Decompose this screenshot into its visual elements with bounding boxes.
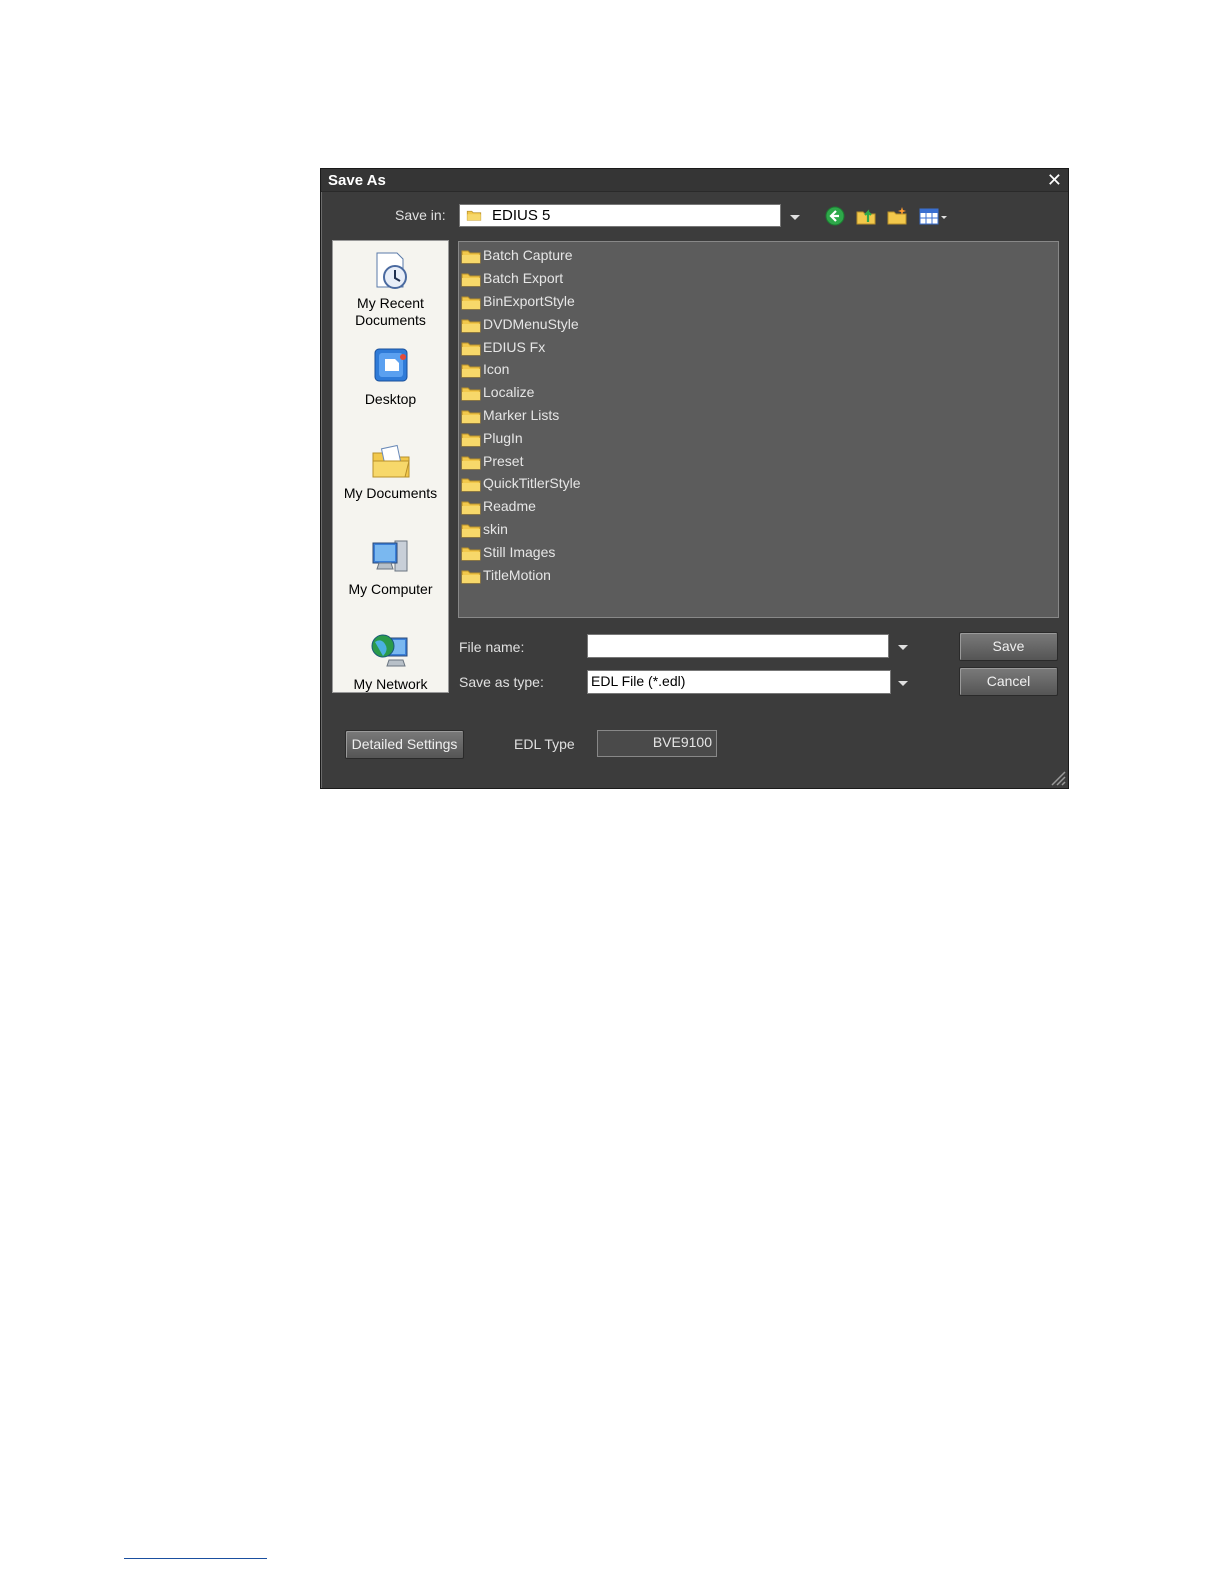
save-as-type-select[interactable]: EDL File (*.edl) xyxy=(587,670,891,694)
views-menu-icon[interactable] xyxy=(919,206,949,226)
places-bar: My Recent Documents Desktop My Documents xyxy=(332,240,449,693)
folder-icon xyxy=(461,433,481,447)
save-in-dropdown-arrow-icon[interactable] xyxy=(790,215,800,220)
file-name-label: File name: xyxy=(459,639,525,655)
folder-icon xyxy=(461,342,481,356)
my-computer-icon xyxy=(372,540,407,572)
new-folder-icon[interactable] xyxy=(887,206,907,226)
save-in-value: EDIUS 5 xyxy=(492,207,551,224)
place-my-documents[interactable]: My Documents xyxy=(333,439,448,502)
title-bar[interactable]: Save As ✕ xyxy=(321,169,1068,192)
file-name-dropdown-arrow-icon[interactable] xyxy=(898,645,908,650)
edl-type-field[interactable]: BVE9100 xyxy=(597,730,717,757)
folder-icon xyxy=(461,296,481,310)
file-name-input[interactable] xyxy=(587,634,889,658)
footnote-divider xyxy=(124,1558,267,1559)
folder-icon xyxy=(461,273,481,287)
folder-icon xyxy=(461,364,481,378)
folder-icon xyxy=(466,210,482,221)
resize-grip-icon[interactable] xyxy=(1048,768,1066,786)
folder-icon xyxy=(461,547,481,561)
place-my-computer[interactable]: My Computer xyxy=(333,535,448,598)
save-as-type-label: Save as type: xyxy=(459,674,544,690)
up-folder-icon[interactable] xyxy=(856,206,876,226)
save-in-select[interactable]: EDIUS 5 xyxy=(459,204,781,227)
save-button[interactable]: Save xyxy=(959,632,1058,661)
my-network-icon xyxy=(371,634,407,667)
folder-icon xyxy=(461,410,481,424)
file-list[interactable]: Batch Capture Batch Export BinExportStyl… xyxy=(458,241,1059,618)
recent-documents-icon xyxy=(376,252,407,289)
folder-icon xyxy=(461,478,481,492)
desktop-icon xyxy=(374,348,407,382)
place-my-network[interactable]: My Network xyxy=(333,630,448,692)
folder-icon xyxy=(461,319,481,333)
folder-icon xyxy=(461,456,481,470)
close-icon[interactable]: ✕ xyxy=(1047,170,1062,190)
dialog-title: Save As xyxy=(328,172,386,189)
cancel-button[interactable]: Cancel xyxy=(959,667,1058,696)
detailed-settings-button[interactable]: Detailed Settings xyxy=(345,730,464,759)
save-as-dialog: Save As ✕ Save in: EDIUS 5 My Recent Doc… xyxy=(320,168,1069,789)
folder-icon xyxy=(461,250,481,264)
edl-type-label: EDL Type xyxy=(514,736,575,752)
folder-icon xyxy=(461,524,481,538)
folder-icon xyxy=(461,387,481,401)
save-as-type-dropdown-arrow-icon[interactable] xyxy=(898,681,908,686)
my-documents-icon xyxy=(372,444,410,478)
place-my-recent-documents[interactable]: My Recent Documents xyxy=(333,249,448,329)
save-in-label: Save in: xyxy=(395,207,446,223)
back-icon[interactable] xyxy=(825,206,845,226)
folder-icon xyxy=(461,501,481,515)
place-desktop[interactable]: Desktop xyxy=(333,345,448,408)
folder-icon xyxy=(461,570,481,584)
